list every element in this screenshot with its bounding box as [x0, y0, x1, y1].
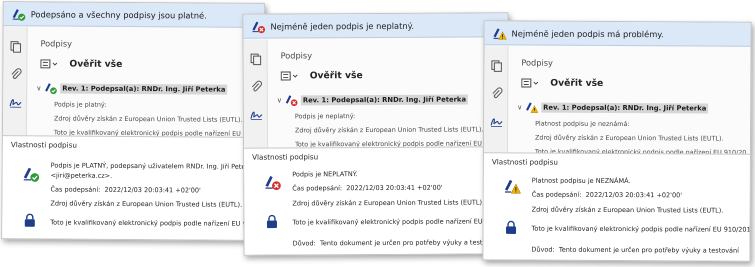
dialog-title: Vlastnosti podpisu: [252, 152, 319, 162]
verify-all-button[interactable]: Ověřit vše: [40, 58, 122, 70]
reason-value: Tento dokument je určen pro potřeby výuk…: [319, 238, 501, 248]
status-text: Nejméně jeden podpis má problémy.: [511, 27, 664, 39]
copy-icon[interactable]: [9, 40, 22, 53]
signer-email: <jiri@peterka.cz>.: [50, 171, 113, 180]
attachment-icon[interactable]: [9, 67, 22, 80]
signature-properties-dialog: Vlastnosti podpisu Podpis je NEPLATNÝ. Č…: [244, 146, 510, 255]
signature-warning-icon: [493, 27, 507, 40]
signature-panel-valid: Podepsáno a všechny podpisy jsou platné.…: [1, 1, 265, 241]
dialog-title: Vlastnosti podpisu: [491, 157, 558, 167]
options-menu-icon[interactable]: [280, 71, 300, 81]
signature-detail: Zdroj důvěry získán z European Union Tru…: [294, 125, 484, 135]
options-menu-icon[interactable]: [40, 59, 59, 69]
signature-invalid-icon: [285, 95, 298, 107]
revision-label: Rev. 1: Podepsal(a): RNDr. Ing. Jiří Pet…: [541, 102, 709, 113]
lock-icon: [24, 213, 35, 227]
status-text: Nejméně jeden podpis je neplatný.: [270, 20, 415, 32]
chevron-down-icon[interactable]: ∨: [36, 84, 44, 92]
trust-source: Zdroj důvěry získán z European Union Tru…: [531, 205, 724, 215]
qualified-signature-note: Toto je kvalifikovaný elektronický podpi…: [531, 224, 752, 234]
signing-time-label: Čas podepsání:: [50, 185, 101, 194]
signature-warning-icon: [526, 102, 539, 113]
verify-all-button[interactable]: Ověřit vše: [521, 77, 604, 89]
panel-title: Podpisy: [40, 38, 73, 49]
attachment-icon[interactable]: [490, 86, 503, 99]
qualified-signature-note: Toto je kvalifikovaný elektronický podpi…: [50, 218, 265, 228]
signature-revision-row[interactable]: ∨ Rev. 1: Podepsal(a): RNDr. Ing. Jiří P…: [517, 100, 750, 114]
lock-icon: [266, 214, 277, 229]
panel-title: Podpisy: [521, 57, 553, 68]
dialog-title: Vlastnosti podpisu: [10, 140, 77, 150]
signing-time-value: 2022/12/03 20:03:41 +02'00': [346, 183, 443, 193]
signing-time-label: Čas podepsání:: [531, 190, 582, 199]
signature-status-bar: Nejméně jeden podpis je neplatný.: [243, 13, 508, 39]
chevron-down-icon[interactable]: ∨: [277, 96, 285, 104]
signature-warning-icon: [504, 179, 521, 194]
verify-all-button[interactable]: Ověřit vše: [280, 70, 363, 82]
status-text: Podepsáno a všechny podpisy jsou platné.: [30, 8, 207, 21]
signing-time-label: Čas podepsání:: [292, 184, 343, 193]
signature-tool-icon[interactable]: [9, 95, 22, 108]
qualified-signature-note: Toto je kvalifikovaný elektronický podpi…: [292, 217, 510, 227]
signature-valid-icon: [45, 83, 57, 95]
attachment-icon[interactable]: [250, 80, 263, 93]
signature-detail: Podpis je platný:: [54, 100, 107, 109]
verify-all-label: Ověřit vše: [550, 77, 604, 89]
reason-value: Tento dokument je určen pro potřeby výuk…: [558, 245, 740, 255]
reason-label: Důvod:: [292, 239, 316, 248]
signing-time: Čas podepsání: 2022/12/03 20:03:41 +02'0…: [532, 191, 682, 200]
copy-icon[interactable]: [490, 59, 503, 72]
signature-summary: Podpis je PLATNÝ, podepsaný uživatelem R…: [50, 161, 256, 171]
reason-label: Důvod:: [531, 245, 555, 254]
revision-label: Rev. 1: Podepsal(a): RNDr. Ing. Jiří Pet…: [300, 94, 469, 105]
signature-invalid-icon: [265, 175, 281, 191]
signature-properties-dialog: Vlastnosti podpisu Platnost podpisu je N…: [483, 152, 752, 261]
signing-time-value: 2022/12/03 20:03:41 +02'00': [585, 190, 683, 200]
trust-source: Zdroj důvěry získán z European Union Tru…: [50, 199, 243, 209]
signature-panel-warning: Nejméně jeden podpis má problémy. Podpis…: [482, 20, 752, 262]
revision-label: Rev. 1: Podepsal(a): RNDr. Ing. Jiří Pet…: [60, 82, 228, 95]
copy-icon[interactable]: [250, 53, 263, 66]
signing-reason: Důvod: Tento dokument je určen pro potře…: [531, 246, 739, 255]
signing-time: Čas podepsání: 2022/12/03 20:03:41 +02'0…: [292, 184, 442, 193]
chevron-down-icon[interactable]: ∨: [517, 103, 525, 111]
signature-properties-dialog: Vlastnosti podpisu Podpis je PLATNÝ, pod…: [2, 135, 265, 240]
signature-detail: Zdroj důvěry získán z European Union Tru…: [534, 133, 724, 143]
signature-status-bar: Podepsáno a všechny podpisy jsou platné.: [3, 2, 264, 28]
signature-summary: Podpis je NEPLATNÝ.: [292, 170, 358, 179]
panel-title: Podpisy: [280, 50, 313, 61]
signing-time: Čas podepsání: 2022/12/03 20:03:41 +02'0…: [50, 185, 200, 194]
signing-reason: Důvod: Tento dokument je určen pro potře…: [293, 238, 501, 247]
signature-valid-icon: [12, 8, 26, 21]
verify-all-label: Ověřit vše: [69, 58, 123, 70]
lock-icon: [506, 220, 517, 234]
options-menu-icon[interactable]: [521, 78, 540, 88]
signature-summary: Platnost podpisu je NEZNÁMÁ.: [531, 176, 631, 186]
verify-all-label: Ověřit vše: [309, 70, 363, 82]
signature-panel-invalid: Nejméně jeden podpis je neplatný. Podpis…: [242, 12, 510, 256]
signature-tool-icon[interactable]: [490, 114, 503, 127]
trust-source: Zdroj důvěry získán z European Union Tru…: [292, 198, 485, 208]
signature-revision-row[interactable]: ∨ Rev. 1: Podepsal(a): RNDr. Ing. Jiří P…: [36, 81, 263, 96]
signing-time-value: 2022/12/03 20:03:41 +02'00': [104, 185, 201, 195]
signature-detail: Platnost podpisu je neznámá:: [535, 119, 630, 129]
signature-detail: Podpis je neplatný:: [294, 112, 356, 121]
signature-valid-icon: [23, 167, 40, 182]
signature-revision-row[interactable]: ∨ Rev. 1: Podepsal(a): RNDr. Ing. Jiří P…: [277, 92, 508, 107]
signature-tool-icon[interactable]: [250, 108, 263, 121]
signature-status-bar: Nejméně jeden podpis má problémy.: [484, 21, 751, 47]
signature-detail: Zdroj důvěry získán z European Union Tru…: [53, 114, 243, 124]
signature-invalid-icon: [252, 21, 266, 33]
